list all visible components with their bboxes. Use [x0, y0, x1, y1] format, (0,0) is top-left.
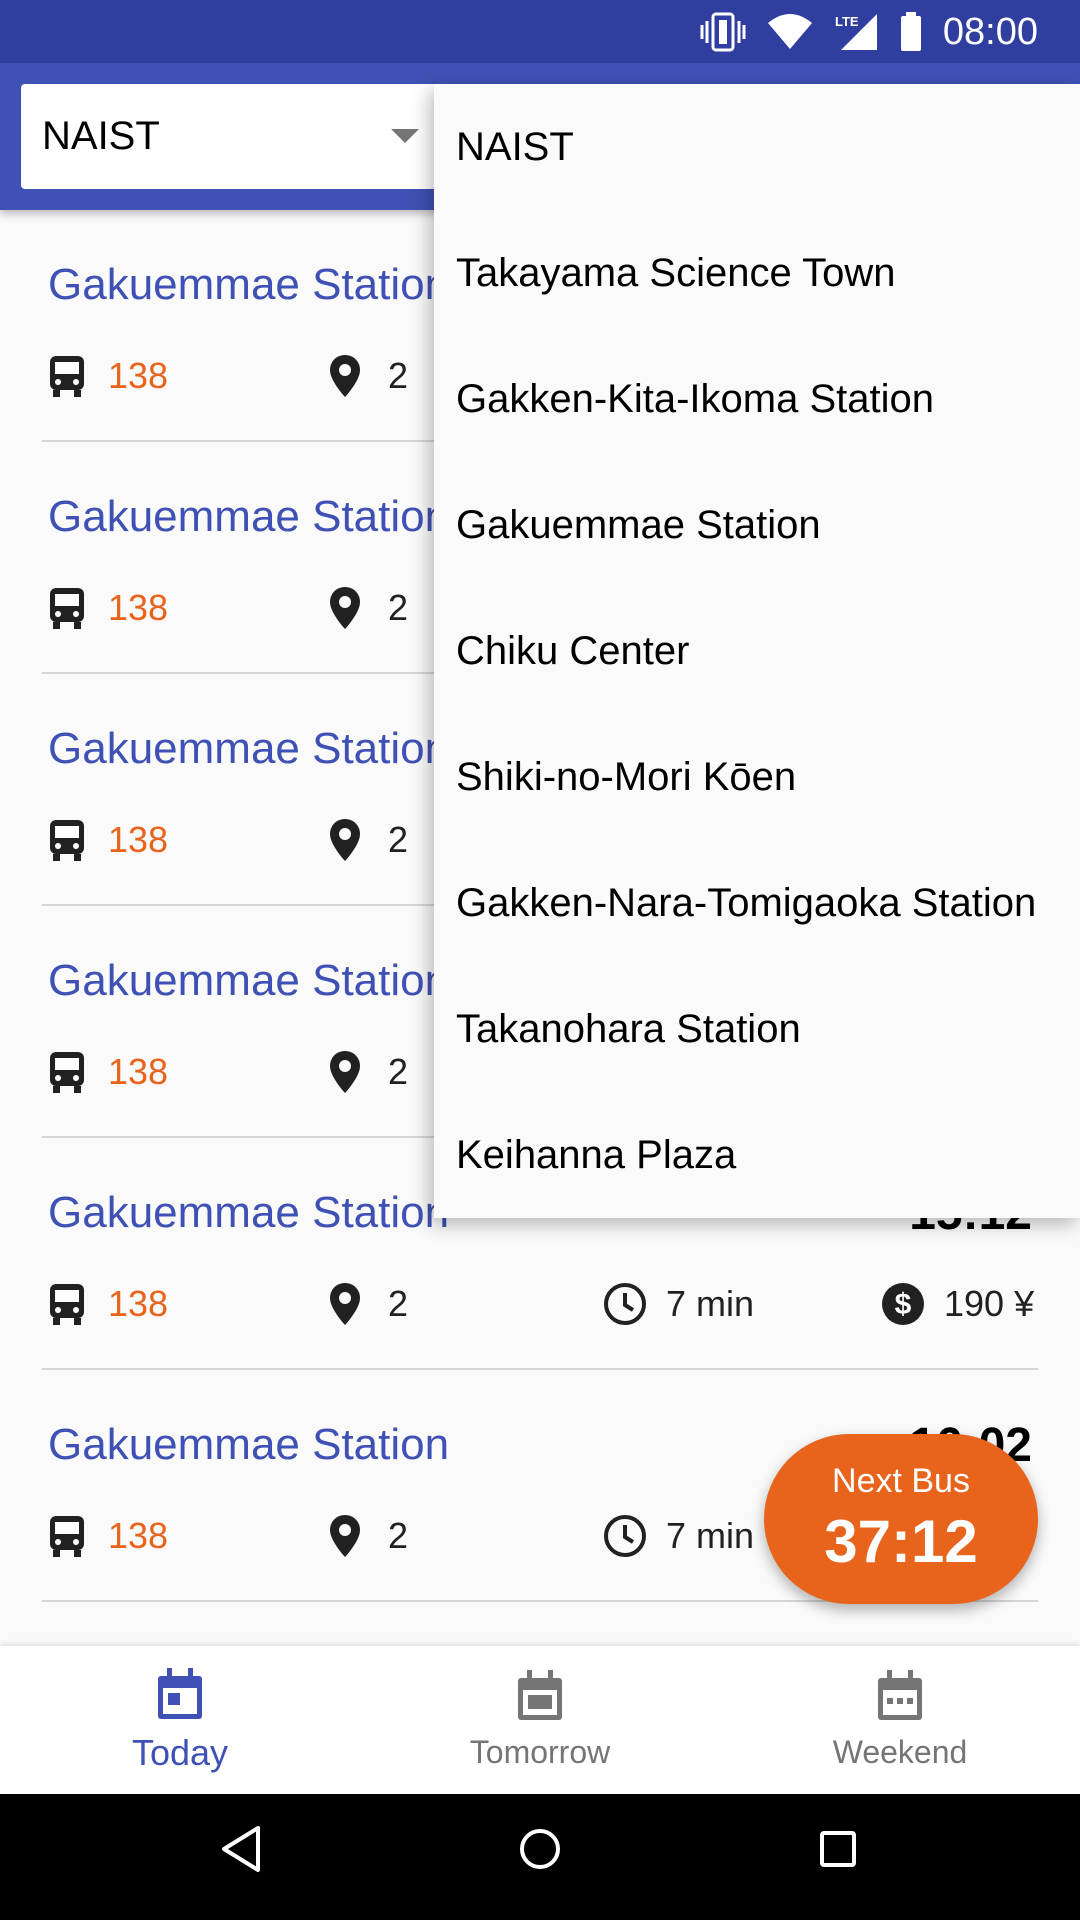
- trip-duration: 7 min: [602, 1274, 754, 1334]
- bus-icon: [50, 1284, 84, 1325]
- destination-label: Gakuemmae Station: [48, 956, 450, 1005]
- destination-label: Gakuemmae Station: [48, 724, 450, 773]
- bus-number-value: 138: [108, 355, 169, 396]
- location-pin-icon: [330, 587, 360, 629]
- clock-icon: [604, 1515, 646, 1557]
- system-navigation-bar: [0, 1794, 1080, 1920]
- bus-number: 138: [48, 578, 168, 638]
- bus-number: 138: [48, 810, 168, 870]
- bus-number-value: 138: [108, 587, 169, 628]
- location-pin-icon: [330, 1283, 360, 1325]
- dropdown-option[interactable]: NAIST: [434, 84, 1080, 210]
- back-icon[interactable]: [218, 1824, 264, 1874]
- svg-text:$: $: [895, 1288, 912, 1321]
- next-bus-label: Next Bus: [832, 1462, 970, 1500]
- fare-dollar-icon: $: [882, 1283, 924, 1325]
- dropdown-option[interactable]: Takayama Science Town: [434, 210, 1080, 336]
- vibrate-icon: [700, 12, 746, 52]
- calendar-today-icon: [158, 1668, 202, 1719]
- dropdown-option[interactable]: Keihanna Plaza: [434, 1092, 1080, 1218]
- dropdown-option[interactable]: Gakken-Kita-Ikoma Station: [434, 336, 1080, 462]
- bus-stop: 2: [328, 1274, 408, 1334]
- bus-stop: 2: [328, 810, 408, 870]
- bus-stop-value: 2: [388, 1515, 409, 1556]
- tab-tomorrow[interactable]: Tomorrow: [360, 1646, 720, 1794]
- tab-today[interactable]: Today: [0, 1646, 360, 1794]
- status-icons: LTE 08:00: [699, 8, 1038, 56]
- bus-number-value: 138: [108, 819, 169, 860]
- tab-tomorrow-label: Tomorrow: [469, 1734, 611, 1770]
- dropdown-option[interactable]: Chiku Center: [434, 588, 1080, 714]
- bus-icon: [50, 1516, 84, 1557]
- bottom-navigation: Today Tomorrow Weekend: [0, 1646, 1080, 1794]
- destination-label: Gakuemmae Station: [48, 1420, 450, 1469]
- location-pin-icon: [330, 1515, 360, 1557]
- clock-icon: [604, 1283, 646, 1325]
- dropdown-option[interactable]: Takanohara Station: [434, 966, 1080, 1092]
- destination-label: Gakuemmae Station: [48, 260, 450, 309]
- station-dropdown-menu: NAIST Takayama Science Town Gakken-Kita-…: [434, 84, 1080, 1218]
- bus-number: 138: [48, 1506, 168, 1566]
- bus-stop-value: 2: [388, 1051, 409, 1092]
- dropdown-arrow-icon: [391, 129, 419, 143]
- bus-icon: [50, 1052, 84, 1093]
- bus-stop-value: 2: [388, 819, 409, 860]
- destination-label: Gakuemmae Station: [48, 1188, 450, 1237]
- next-bus-countdown: 37:12: [824, 1508, 978, 1575]
- trip-duration-value: 7 min: [666, 1515, 755, 1556]
- bus-stop: 2: [328, 346, 408, 406]
- location-pin-icon: [330, 819, 360, 861]
- bus-number-value: 138: [108, 1515, 169, 1556]
- location-pin-icon: [330, 1051, 360, 1093]
- bus-number-value: 138: [108, 1283, 169, 1324]
- home-icon[interactable]: [518, 1824, 562, 1874]
- dropdown-option[interactable]: Gakuemmae Station: [434, 462, 1080, 588]
- status-bar: LTE 08:00: [0, 0, 1080, 63]
- recents-icon[interactable]: [818, 1824, 858, 1874]
- lte-signal-icon: LTE: [835, 14, 877, 50]
- bus-stop: 2: [328, 1506, 408, 1566]
- trip-fare: $190 ¥: [880, 1274, 1034, 1334]
- bus-number: 138: [48, 1042, 168, 1102]
- destination-label: Gakuemmae Station: [48, 492, 450, 541]
- bus-stop-value: 2: [388, 1283, 409, 1324]
- selected-station: NAIST: [42, 114, 160, 158]
- bus-number-value: 138: [108, 1051, 169, 1092]
- status-time: 08:00: [942, 10, 1038, 53]
- dropdown-option[interactable]: Gakken-Nara-Tomigaoka Station: [434, 840, 1080, 966]
- bus-stop: 2: [328, 578, 408, 638]
- calendar-dots-icon: [878, 1670, 922, 1720]
- bus-stop: 2: [328, 1042, 408, 1102]
- bus-icon: [50, 588, 84, 629]
- next-bus-button[interactable]: Next Bus 37:12: [764, 1434, 1038, 1604]
- trip-duration-value: 7 min: [666, 1283, 755, 1324]
- lte-label: LTE: [835, 14, 859, 29]
- tab-weekend-label: Weekend: [832, 1734, 968, 1770]
- trip-duration: 7 min: [602, 1506, 754, 1566]
- tab-today-label: Today: [131, 1732, 229, 1773]
- location-pin-icon: [330, 355, 360, 397]
- tab-weekend[interactable]: Weekend: [720, 1646, 1080, 1794]
- wifi-icon: [767, 14, 812, 49]
- battery-icon: [900, 12, 921, 51]
- bus-icon: [50, 820, 84, 861]
- calendar-icon: [518, 1670, 562, 1720]
- bus-number: 138: [48, 346, 168, 406]
- bus-stop-value: 2: [388, 355, 409, 396]
- bus-number: 138: [48, 1274, 168, 1334]
- bus-icon: [50, 356, 84, 397]
- dropdown-option[interactable]: Shiki-no-Mori Kōen: [434, 714, 1080, 840]
- trip-fare-value: 190 ¥: [944, 1283, 1035, 1324]
- bus-stop-value: 2: [388, 587, 409, 628]
